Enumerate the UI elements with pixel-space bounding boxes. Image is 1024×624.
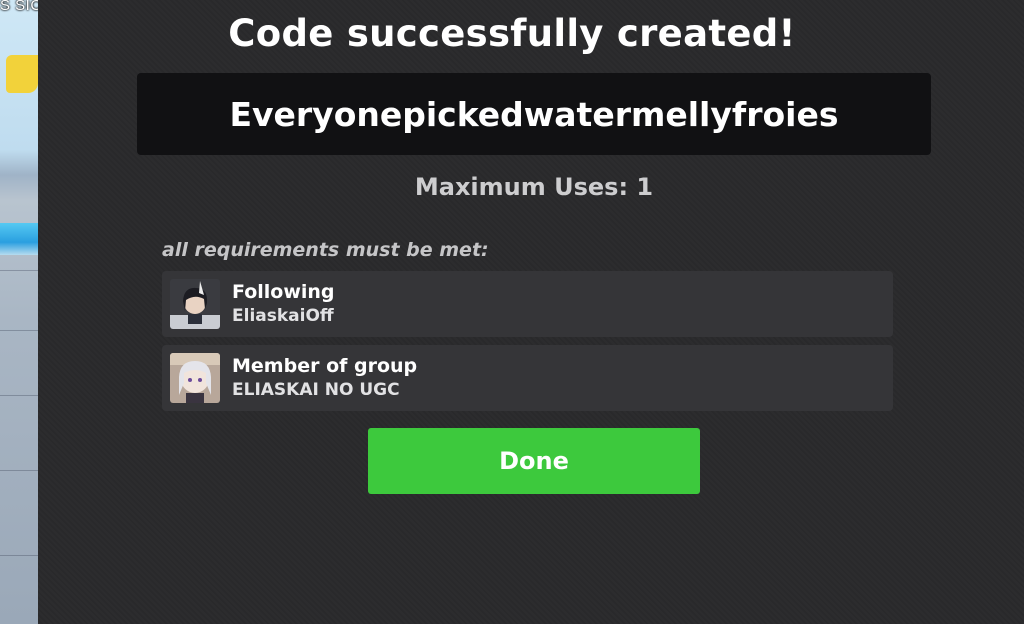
- code-display-box[interactable]: Everyonepickedwatermellyfroies: [137, 73, 931, 155]
- floor-grid-line: [0, 395, 38, 396]
- floor-grid-line: [0, 470, 38, 471]
- game-object-blue: [0, 223, 38, 255]
- floor-grid-line: [0, 330, 38, 331]
- requirements-heading: all requirements must be met:: [162, 239, 489, 261]
- requirement-group: Member of group ELIASKAI NO UGC: [162, 345, 893, 411]
- group-avatar-icon: [170, 353, 220, 403]
- max-uses-text: Maximum Uses: 1: [414, 173, 654, 201]
- game-object-yellow: [6, 55, 38, 93]
- game-background: [0, 0, 38, 624]
- user-avatar-icon: [170, 279, 220, 329]
- requirement-value: ELIASKAI NO UGC: [232, 380, 400, 400]
- floor-grid-line: [0, 555, 38, 556]
- requirement-following: Following EliaskaiOff: [162, 271, 893, 337]
- requirement-label: Member of group: [232, 355, 418, 377]
- done-button[interactable]: Done: [368, 428, 700, 494]
- floor-grid-line: [0, 270, 38, 271]
- code-text[interactable]: Everyonepickedwatermellyfroies: [229, 95, 838, 134]
- dialog-title: Code successfully created!: [228, 12, 796, 55]
- requirement-value: EliaskaiOff: [232, 306, 334, 326]
- requirement-label: Following: [232, 281, 335, 303]
